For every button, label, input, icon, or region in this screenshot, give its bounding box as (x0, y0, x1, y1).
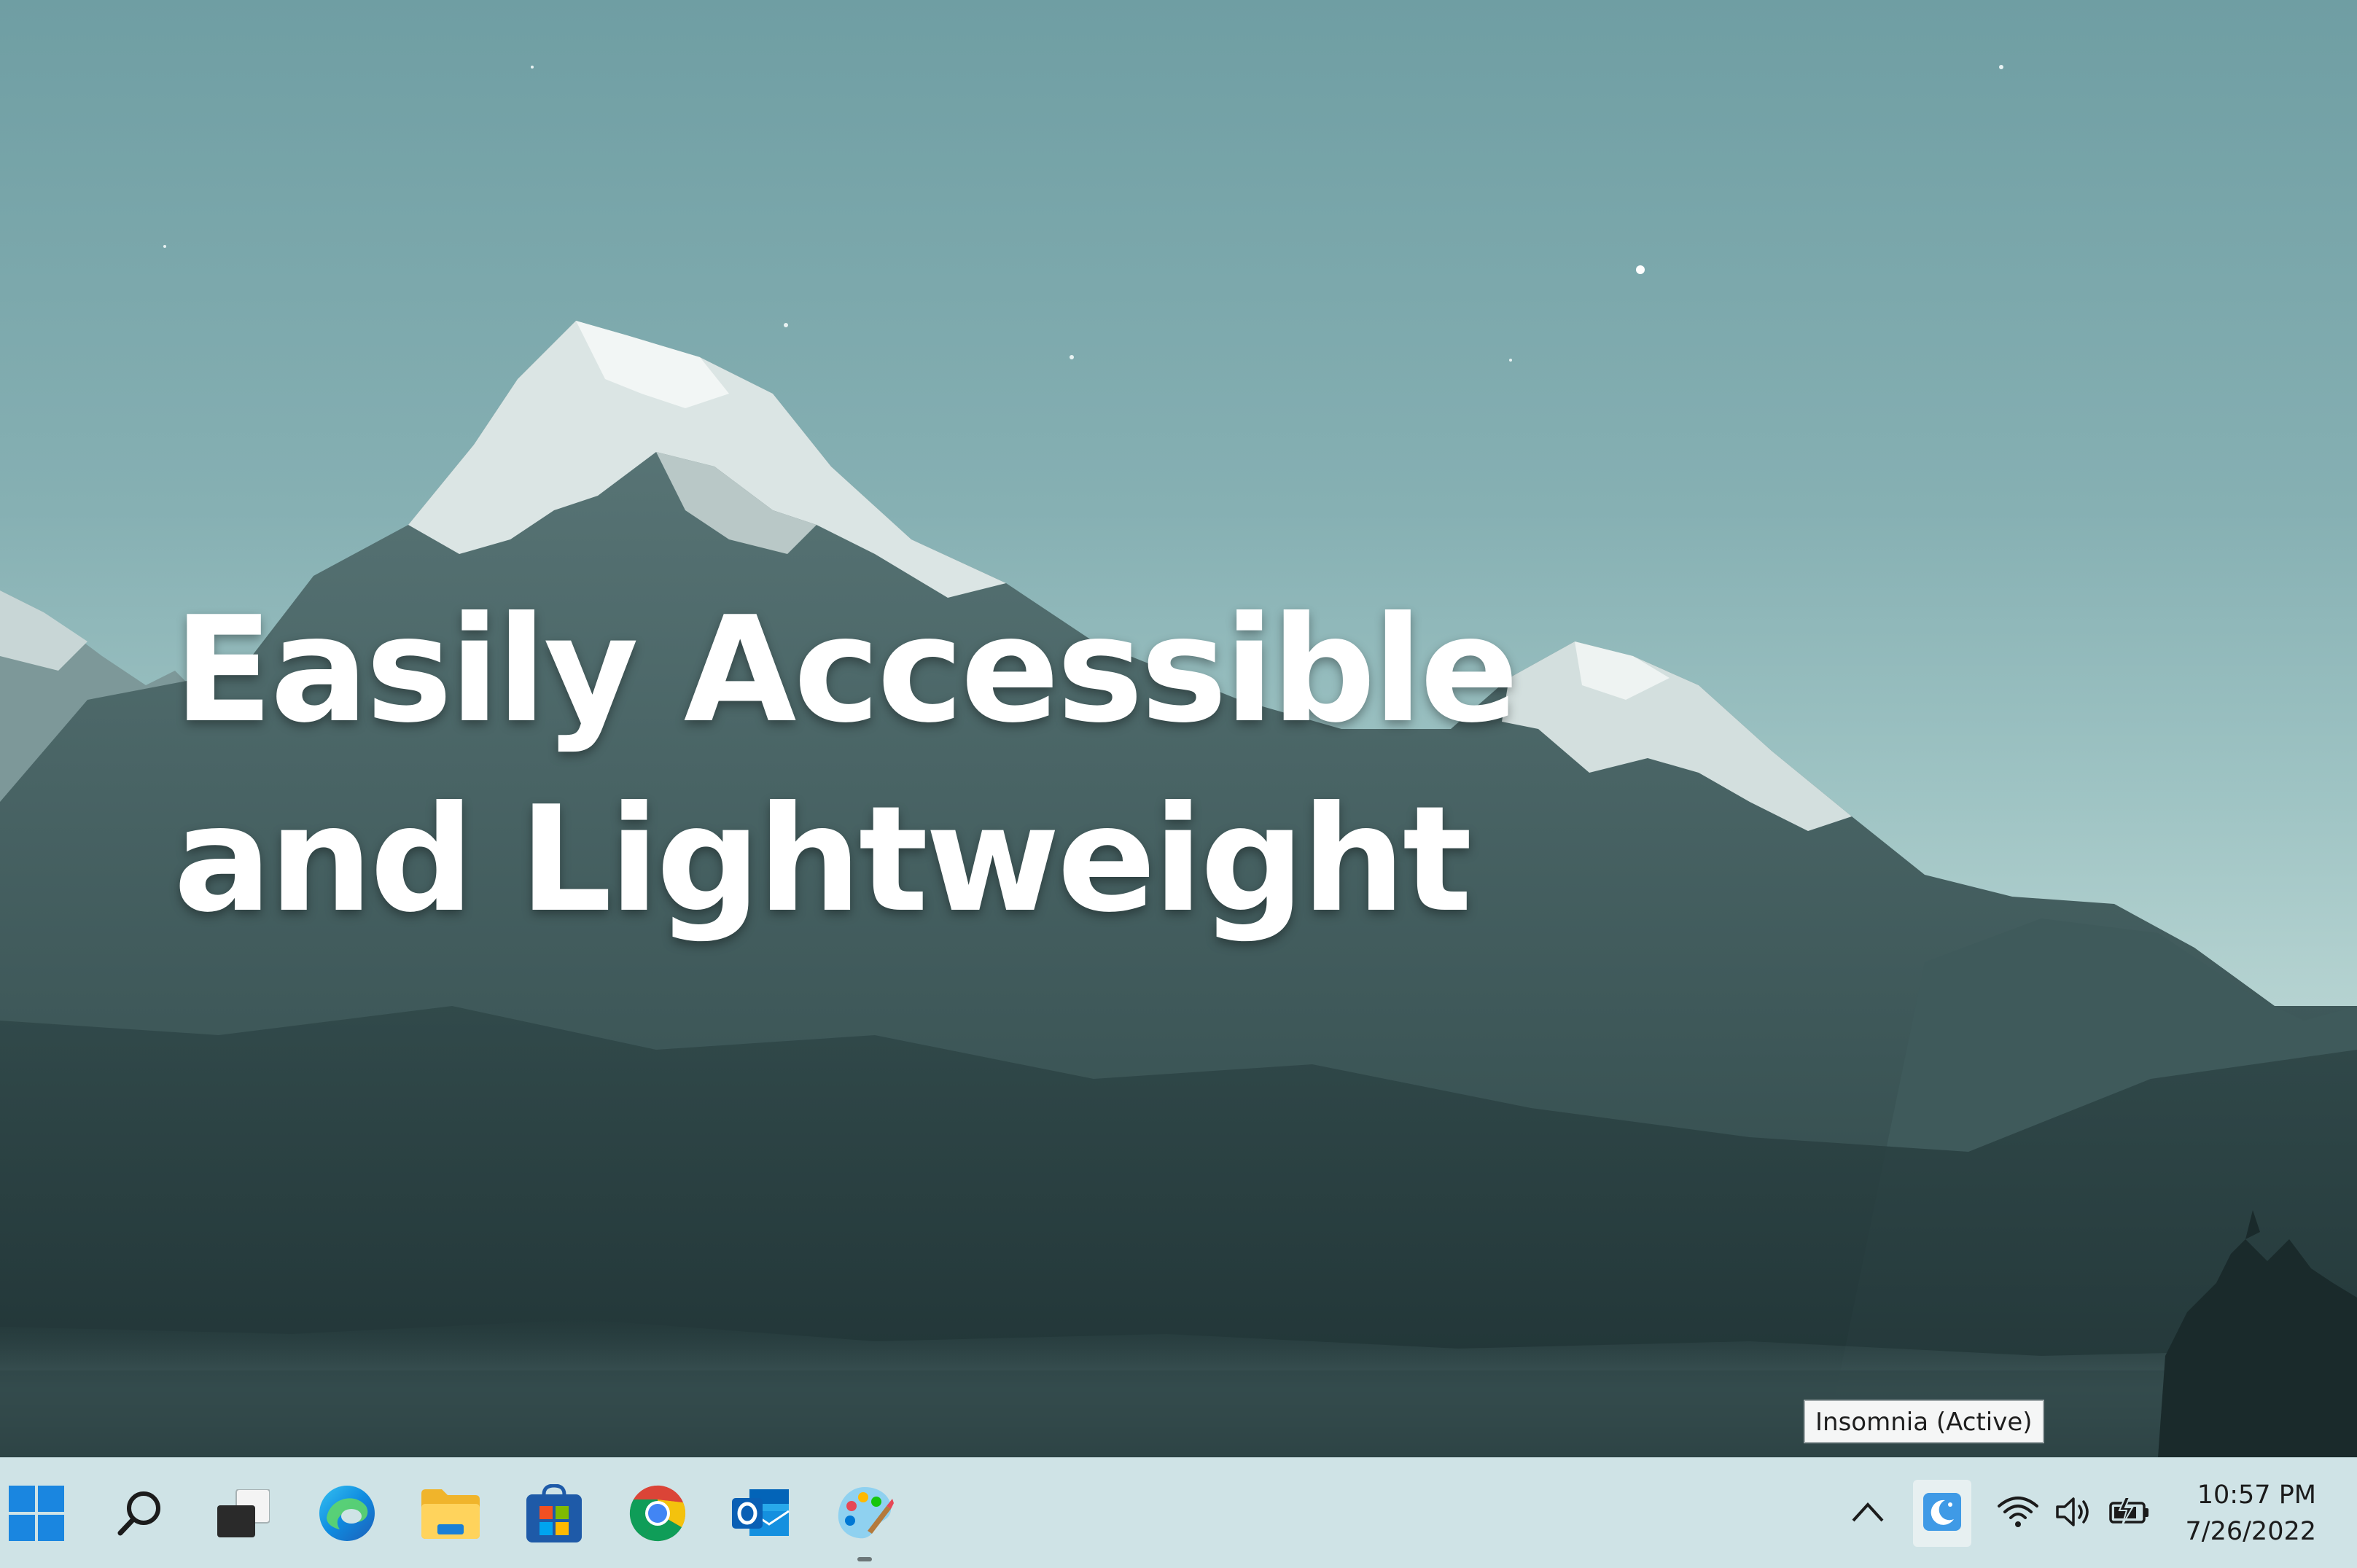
hero-heading: Easily Accessible and Lightweight (174, 576, 1519, 955)
task-view-icon (217, 1489, 270, 1537)
microsoft-store-button[interactable] (518, 1477, 591, 1550)
insomnia-tooltip: Insomnia (Active) (1804, 1400, 2044, 1443)
taskbar: 10:57 PM 7/26/2022 (0, 1457, 2357, 1568)
clock-date: 7/26/2022 (2185, 1517, 2316, 1546)
show-hidden-icons-button[interactable] (1839, 1480, 1897, 1547)
hero-line-2: and Lightweight (174, 775, 1472, 945)
outlook-icon (732, 1486, 790, 1540)
hero-line-1: Easily Accessible (174, 585, 1519, 755)
clock[interactable]: 10:57 PM 7/26/2022 (2186, 1477, 2316, 1550)
paint-icon (835, 1484, 894, 1542)
start-button[interactable] (0, 1477, 73, 1550)
chevron-up-icon (1852, 1502, 1884, 1525)
outlook-button[interactable] (725, 1477, 798, 1550)
search-button[interactable] (104, 1477, 176, 1550)
chrome-icon (628, 1484, 687, 1542)
insomnia-tray-button[interactable] (1913, 1480, 1971, 1547)
chrome-button[interactable] (621, 1477, 694, 1550)
battery-button[interactable] (2101, 1480, 2159, 1547)
running-indicator (857, 1557, 872, 1561)
task-view-button[interactable] (207, 1477, 280, 1550)
store-icon (526, 1484, 582, 1542)
edge-button[interactable] (311, 1477, 383, 1550)
network-button[interactable] (1989, 1480, 2047, 1547)
folder-icon (421, 1488, 480, 1539)
search-icon (114, 1488, 165, 1539)
edge-icon (318, 1484, 376, 1542)
moon-icon (1923, 1493, 1961, 1534)
clock-time: 10:57 PM (2197, 1481, 2316, 1510)
volume-button[interactable] (2046, 1480, 2104, 1547)
windows-start-icon (9, 1486, 64, 1541)
paint-button[interactable] (828, 1477, 901, 1561)
battery-charging-icon (2109, 1497, 2151, 1529)
desktop: Easily Accessible and Lightweight (0, 0, 2357, 1457)
wifi-icon (1998, 1496, 2038, 1531)
file-explorer-button[interactable] (414, 1477, 487, 1550)
volume-icon (2054, 1496, 2095, 1531)
